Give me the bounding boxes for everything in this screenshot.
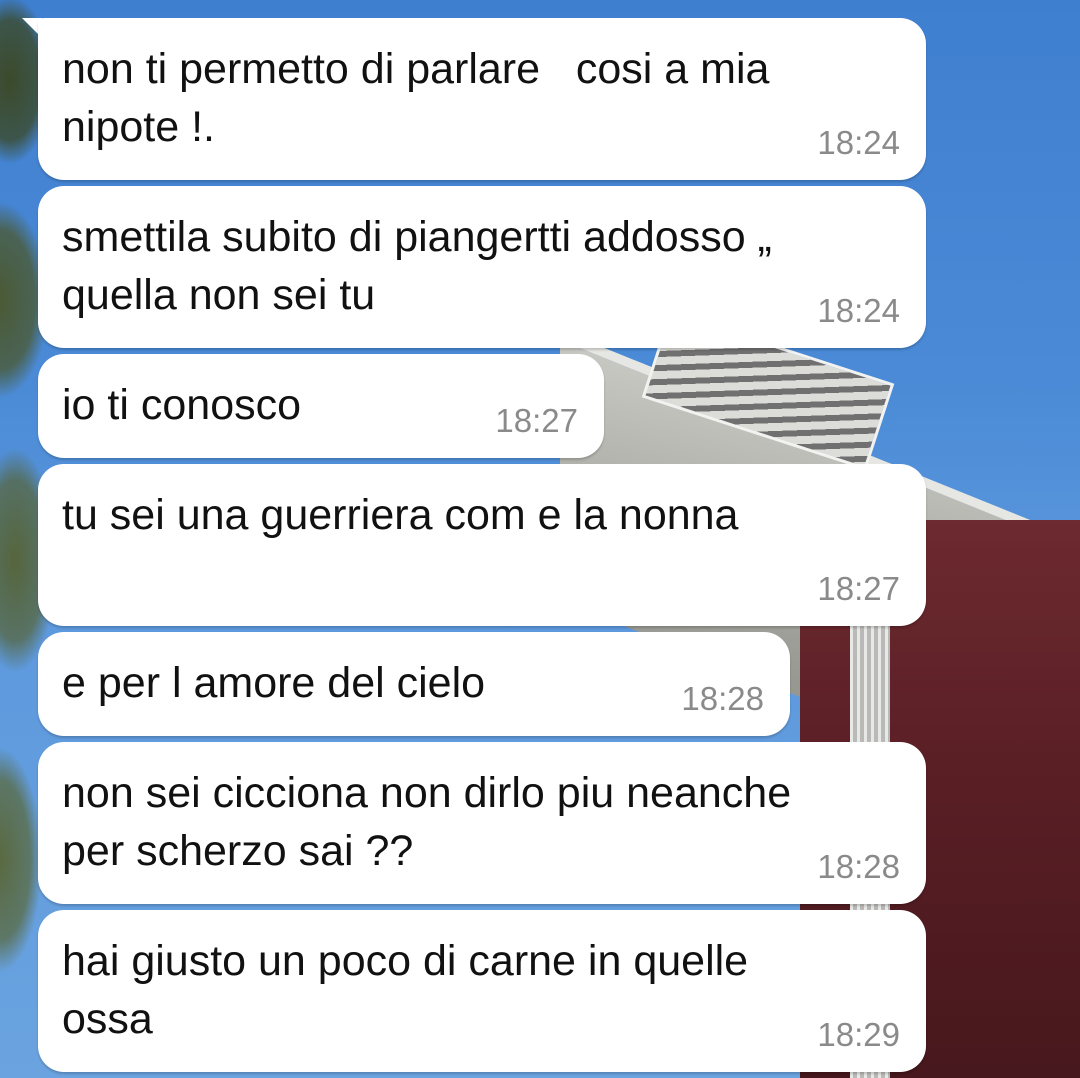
message-bubble[interactable]: io ti conosco 18:27: [38, 354, 604, 458]
message-bubble[interactable]: smettila subito di piangertti addosso „ …: [38, 186, 926, 348]
message-timestamp: 18:24: [817, 124, 900, 161]
message-bubble[interactable]: non ti permetto di parlare cosi a mia ni…: [38, 18, 926, 180]
message-timestamp: 18:28: [817, 848, 900, 885]
message-text: non ti permetto di parlare cosi a mia ni…: [62, 45, 770, 151]
message-timestamp: 18:28: [681, 680, 764, 717]
message-list[interactable]: non ti permetto di parlare cosi a mia ni…: [0, 0, 1080, 1078]
message-timestamp: 18:29: [817, 1016, 900, 1053]
message-bubble[interactable]: non sei cicciona non dirlo piu neanche p…: [38, 742, 926, 904]
message-text: non sei cicciona non dirlo piu neanche p…: [62, 769, 792, 875]
message-bubble[interactable]: e per l amore del cielo 18:28: [38, 632, 790, 736]
message-timestamp: 18:27: [817, 570, 900, 607]
message-text: hai giusto un poco di carne in quelle os…: [62, 937, 749, 1043]
message-bubble[interactable]: tu sei una guerriera com e la nonna 18:2…: [38, 464, 926, 626]
message-text: e per l amore del cielo: [62, 659, 486, 707]
message-text: smettila subito di piangertti addosso „ …: [62, 213, 772, 319]
message-bubble[interactable]: hai giusto un poco di carne in quelle os…: [38, 910, 926, 1072]
message-timestamp: 18:24: [817, 292, 900, 329]
message-timestamp: 18:27: [495, 402, 578, 439]
message-text: tu sei una guerriera com e la nonna: [62, 491, 739, 539]
